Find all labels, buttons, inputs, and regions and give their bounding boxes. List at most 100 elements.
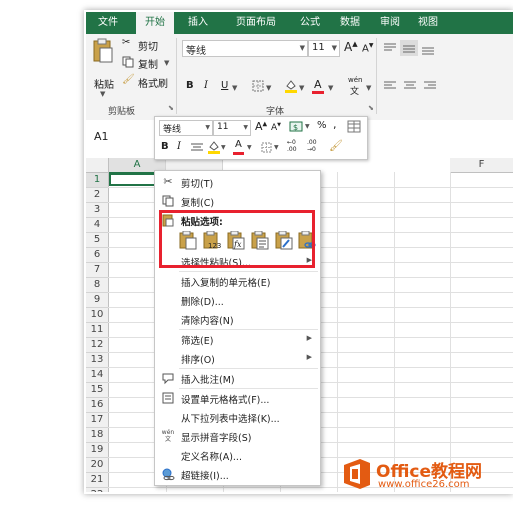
menu-item-pick-from-list[interactable]: 从下拉列表中选择(K)...	[155, 408, 320, 427]
font-name-box[interactable]: 等线 ▼	[182, 40, 308, 57]
tab-page-layout[interactable]: 页面布局	[226, 12, 286, 34]
cut-icon[interactable]: ✂	[122, 37, 130, 48]
decrease-decimal-button[interactable]: .00 →0	[307, 139, 317, 153]
fill-color-dropdown-arrow[interactable]: ▼	[299, 84, 304, 92]
row-header[interactable]: 3	[86, 203, 109, 218]
chevron-down-icon: ▼	[205, 124, 210, 131]
align-center-icon[interactable]	[191, 143, 203, 153]
menu-item-filter[interactable]: 筛选(E) ▶	[155, 330, 320, 349]
underline-button[interactable]: U	[221, 80, 228, 91]
accounting-format-icon[interactable]: $	[289, 120, 305, 133]
row-header[interactable]: 12	[86, 338, 109, 353]
font-size-box[interactable]: 11 ▼	[308, 40, 340, 57]
mini-borders-icon[interactable]	[261, 142, 272, 153]
row-header[interactable]: 11	[86, 323, 109, 338]
menu-item-copy[interactable]: 复制(C)	[155, 192, 320, 211]
cut-button-label[interactable]: 剪切	[138, 38, 158, 53]
format-painter-icon[interactable]: 🖌	[122, 74, 135, 85]
menu-item-delete[interactable]: 删除(D)...	[155, 291, 320, 310]
paste-dropdown-arrow[interactable]: ▼	[100, 90, 105, 98]
row-header[interactable]: 18	[86, 428, 109, 443]
mini-font-color-button[interactable]: A	[235, 139, 242, 150]
select-all-corner[interactable]	[86, 158, 109, 173]
grow-font-button[interactable]: A▲	[344, 40, 358, 54]
row-header[interactable]: 6	[86, 248, 109, 263]
borders-icon[interactable]	[252, 80, 264, 92]
bold-button[interactable]: B	[186, 80, 194, 91]
shrink-font-button[interactable]: A▼	[362, 42, 373, 54]
font-color-button[interactable]: A	[314, 78, 322, 91]
menu-item-clear-contents[interactable]: 清除内容(N)	[155, 310, 320, 329]
tab-formulas[interactable]: 公式	[294, 12, 326, 34]
row-header[interactable]: 22	[86, 488, 109, 492]
mini-font-size-box[interactable]: 11 ▼	[213, 120, 251, 136]
menu-item-sort[interactable]: 排序(O) ▶	[155, 349, 320, 368]
fill-color-icon[interactable]	[284, 78, 298, 94]
tab-review[interactable]: 审阅	[374, 12, 406, 34]
mini-fill-color-icon[interactable]	[207, 140, 221, 155]
row-header[interactable]: 16	[86, 398, 109, 413]
row-header[interactable]: 5	[86, 233, 109, 248]
phonetic-dropdown-arrow[interactable]: ▼	[366, 84, 371, 92]
paste-icon[interactable]	[92, 38, 114, 64]
column-header-f[interactable]: F	[450, 158, 513, 173]
menu-item-cut[interactable]: ✂ 剪切(T)	[155, 173, 320, 192]
row-header[interactable]: 20	[86, 458, 109, 473]
phonetic-button[interactable]: wén 文	[348, 76, 362, 97]
mini-grow-font-button[interactable]: A▲	[255, 120, 267, 133]
tab-file[interactable]: 文件	[90, 12, 126, 34]
tab-insert[interactable]: 插入	[182, 12, 214, 34]
mini-fill-dropdown-arrow[interactable]: ▼	[221, 144, 226, 151]
row-header[interactable]: 2	[86, 188, 109, 203]
mini-borders-dropdown-arrow[interactable]: ▼	[274, 144, 279, 151]
mini-font-name-box[interactable]: 等线 ▼	[159, 120, 213, 136]
watermark: Office教程网 www.office26.com	[340, 455, 513, 495]
copy-icon[interactable]	[122, 56, 134, 68]
tab-home[interactable]: 开始	[136, 12, 174, 34]
mini-italic-button[interactable]: I	[177, 141, 181, 152]
row-header[interactable]: 14	[86, 368, 109, 383]
tab-view[interactable]: 视图	[412, 12, 444, 34]
menu-item-show-phonetic[interactable]: wén 文 显示拼音字段(S)	[155, 427, 320, 446]
accounting-dropdown-arrow[interactable]: ▼	[305, 123, 310, 130]
borders-dropdown-arrow[interactable]: ▼	[266, 84, 271, 92]
row-header[interactable]: 15	[86, 383, 109, 398]
row-header[interactable]: 21	[86, 473, 109, 488]
svg-text:$: $	[293, 123, 298, 132]
font-launcher-icon[interactable]: ⬊	[368, 104, 374, 112]
row-header[interactable]: 9	[86, 293, 109, 308]
format-painter-label[interactable]: 格式刷	[138, 75, 168, 90]
row-header[interactable]: 7	[86, 263, 109, 278]
mini-bold-button[interactable]: B	[161, 141, 169, 152]
row-header[interactable]: 8	[86, 278, 109, 293]
increase-decimal-button[interactable]: ←0.00	[287, 139, 297, 153]
format-painter-icon[interactable]	[347, 120, 361, 133]
name-box[interactable]: A1	[90, 128, 152, 146]
tab-data[interactable]: 数据	[334, 12, 366, 34]
mini-font-name-value: 等线	[163, 125, 182, 135]
underline-dropdown-arrow[interactable]: ▼	[232, 84, 237, 92]
row-header[interactable]: 4	[86, 218, 109, 233]
italic-button[interactable]: I	[204, 80, 208, 91]
row-header[interactable]: 19	[86, 443, 109, 458]
mini-shrink-font-button[interactable]: A▼	[271, 122, 281, 133]
menu-item-insert-copied-cells[interactable]: 插入复制的单元格(E)	[155, 272, 320, 291]
font-color-dropdown-arrow[interactable]: ▼	[328, 84, 333, 92]
paste-button-label[interactable]: 粘贴	[94, 76, 114, 91]
comma-style-button[interactable]: ,	[333, 118, 337, 131]
row-header[interactable]: 10	[86, 308, 109, 323]
menu-item-hyperlink[interactable]: 超链接(I)...	[155, 465, 320, 484]
percent-style-button[interactable]: %	[317, 120, 327, 131]
row-header[interactable]: 13	[86, 353, 109, 368]
menu-item-label: 定义名称(A)...	[181, 452, 242, 463]
menu-item-format-cells[interactable]: 设置单元格格式(F)...	[155, 389, 320, 408]
menu-item-define-name[interactable]: 定义名称(A)...	[155, 446, 320, 465]
mini-format-painter-icon[interactable]: 🖌	[329, 139, 343, 152]
row-header[interactable]: 17	[86, 413, 109, 428]
copy-button-label[interactable]: 复制	[138, 56, 158, 71]
row-header[interactable]: 1	[86, 173, 109, 188]
menu-item-insert-comment[interactable]: 插入批注(M)	[155, 369, 320, 388]
clipboard-launcher-icon[interactable]: ⬊	[168, 104, 174, 112]
copy-dropdown-arrow[interactable]: ▼	[164, 59, 169, 67]
mini-font-color-dropdown-arrow[interactable]: ▼	[247, 144, 252, 151]
